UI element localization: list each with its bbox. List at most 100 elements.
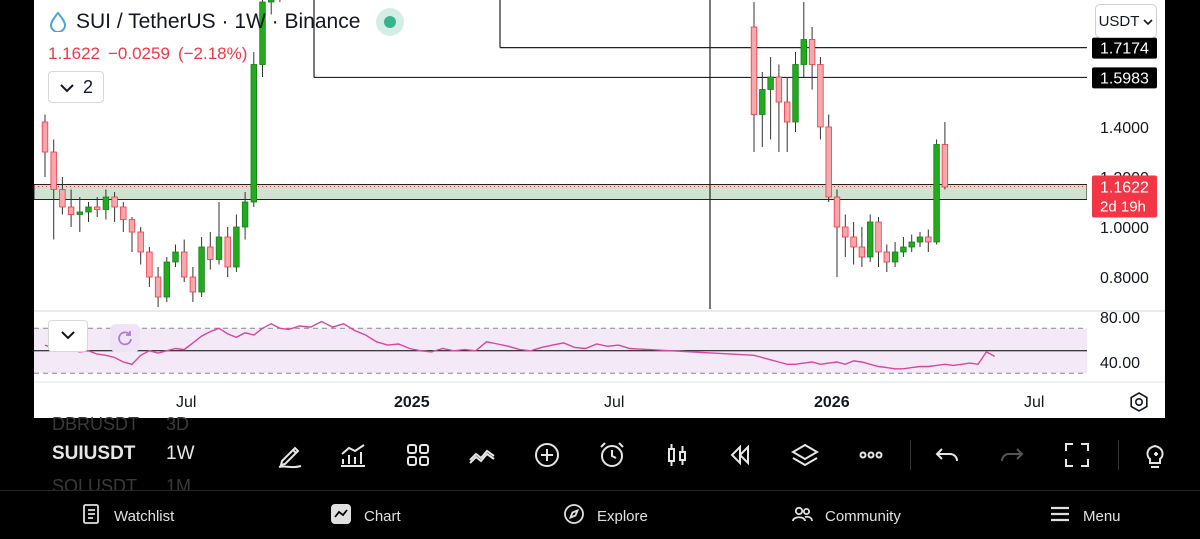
nav-watchlist[interactable]: Watchlist (80, 503, 174, 529)
candle-2026 (867, 221, 874, 258)
candle-2026 (850, 236, 857, 248)
candle-2024 (146, 251, 153, 278)
rsi-collapse-button[interactable] (48, 320, 88, 352)
candle-2026 (941, 144, 949, 188)
rsi-tick-label: 80.00 (1100, 310, 1140, 327)
time-axis-label: Jul (1024, 394, 1044, 411)
live-status-icon (376, 8, 405, 36)
candle-2026 (808, 39, 816, 65)
settings-gear-icon[interactable] (1127, 390, 1151, 414)
nav-community-label: Community (825, 507, 901, 525)
candles-icon[interactable] (660, 438, 694, 472)
watchlist-row-active[interactable]: SUIUSDT 1W (52, 443, 195, 465)
currency-select[interactable]: USDT (1095, 4, 1157, 38)
watchlist-row[interactable]: DBRUSDT 3D (52, 414, 189, 435)
candle-2026 (933, 144, 940, 243)
bottom-navigation: Watchlist Chart Explore Community Menu (0, 490, 1200, 539)
candle-2024 (85, 206, 92, 213)
candle-2026 (775, 76, 783, 103)
level-tag-2: 1.5983 (1100, 70, 1149, 87)
watchlist-interval: 3D (166, 414, 190, 434)
candle-2024 (250, 64, 257, 203)
last-price: 1.1622 (48, 44, 100, 63)
candle-2026 (750, 26, 758, 115)
candle-2026 (875, 221, 882, 253)
nav-explore-label: Explore (597, 507, 648, 525)
candle-2024 (198, 246, 205, 293)
candle-2024 (137, 231, 144, 253)
watchlist-symbol: SUIUSDT (52, 443, 136, 464)
nav-explore[interactable]: Explore (563, 503, 648, 529)
candle-2026 (925, 236, 932, 243)
menu-icon (1049, 503, 1071, 529)
current-price-label: 1.1622 (1100, 179, 1149, 196)
watchlist-icon (80, 503, 102, 529)
nav-community[interactable]: Community (791, 503, 901, 529)
chart-icon (330, 503, 352, 529)
lightbulb-icon[interactable] (1138, 438, 1172, 472)
chart-panel[interactable]: 1.40001.20001.00000.80001.71741.59831.16… (34, 0, 1165, 418)
watchlist-interval: 1W (166, 443, 195, 464)
toolbar-divider (1118, 440, 1119, 470)
indicator-count: 2 (82, 76, 93, 97)
candle-2026 (842, 226, 849, 238)
candle-2024 (180, 251, 188, 278)
candle-2026 (833, 196, 841, 228)
rsi-tick-label: 40.00 (1100, 355, 1140, 372)
candle-2026 (784, 101, 791, 123)
toolbar-divider (910, 440, 911, 470)
undo-icon[interactable] (930, 438, 964, 472)
nav-menu[interactable]: Menu (1049, 503, 1121, 529)
price-change-percent: (−2.18%) (177, 44, 248, 63)
symbol-title[interactable]: SUI / TetherUS · 1W · Binance (76, 10, 360, 34)
indicators-icon[interactable] (336, 438, 370, 472)
nav-menu-label: Menu (1083, 507, 1121, 525)
fullscreen-icon[interactable] (1060, 438, 1094, 472)
candle-2026 (800, 39, 807, 65)
time-axis-label: 2026 (814, 394, 850, 411)
candle-2026 (817, 64, 824, 128)
candle-2026 (900, 246, 907, 253)
symbol-header[interactable]: SUI / TetherUS · 1W · Binance (48, 8, 405, 36)
replay-icon[interactable] (723, 438, 757, 472)
level-tag-1: 1.7174 (1100, 41, 1149, 58)
add-icon[interactable] (530, 438, 564, 472)
price-tick-label: 0.8000 (1100, 270, 1149, 287)
candle-2024 (94, 206, 101, 210)
currency-label: USDT (1098, 12, 1140, 30)
candle-2026 (858, 246, 866, 258)
more-icon[interactable] (854, 438, 888, 472)
chevron-down-icon (1143, 13, 1153, 30)
price-change: −0.0259 (108, 44, 170, 63)
price-change-row: 1.1622 −0.0259 (−2.18%) (48, 44, 255, 64)
candle-2024 (215, 236, 223, 260)
alarm-clock-icon[interactable] (595, 438, 629, 472)
candle-2024 (241, 201, 249, 228)
sui-drop-icon (48, 12, 68, 32)
price-tick-label: 1.0000 (1100, 220, 1149, 237)
candle-2024 (102, 196, 110, 210)
candle-2024 (76, 211, 83, 215)
drawing-pen-icon[interactable] (273, 438, 307, 472)
chevron-down-icon (60, 327, 76, 345)
layers-icon[interactable] (788, 438, 822, 472)
candle-2024 (111, 196, 118, 208)
candle-2026 (883, 251, 890, 263)
layout-grid-icon[interactable] (401, 438, 435, 472)
indicator-collapse-button[interactable]: 2 (48, 71, 104, 103)
nav-watchlist-label: Watchlist (114, 507, 175, 525)
candle-2024 (224, 236, 231, 268)
candle-2026 (908, 241, 915, 248)
refresh-icon[interactable] (110, 324, 140, 352)
candle-2024 (163, 261, 170, 298)
time-axis-label: 2025 (394, 394, 430, 411)
compare-icon[interactable] (465, 438, 499, 472)
price-tick-label: 1.4000 (1100, 120, 1149, 137)
candle-2024 (154, 276, 162, 298)
candle-2026 (767, 76, 774, 90)
nav-chart[interactable]: Chart (330, 503, 401, 529)
candle-2026 (825, 126, 832, 198)
candle-2024 (50, 151, 57, 190)
time-axis-label: Jul (176, 394, 196, 411)
redo-icon[interactable] (995, 438, 1029, 472)
